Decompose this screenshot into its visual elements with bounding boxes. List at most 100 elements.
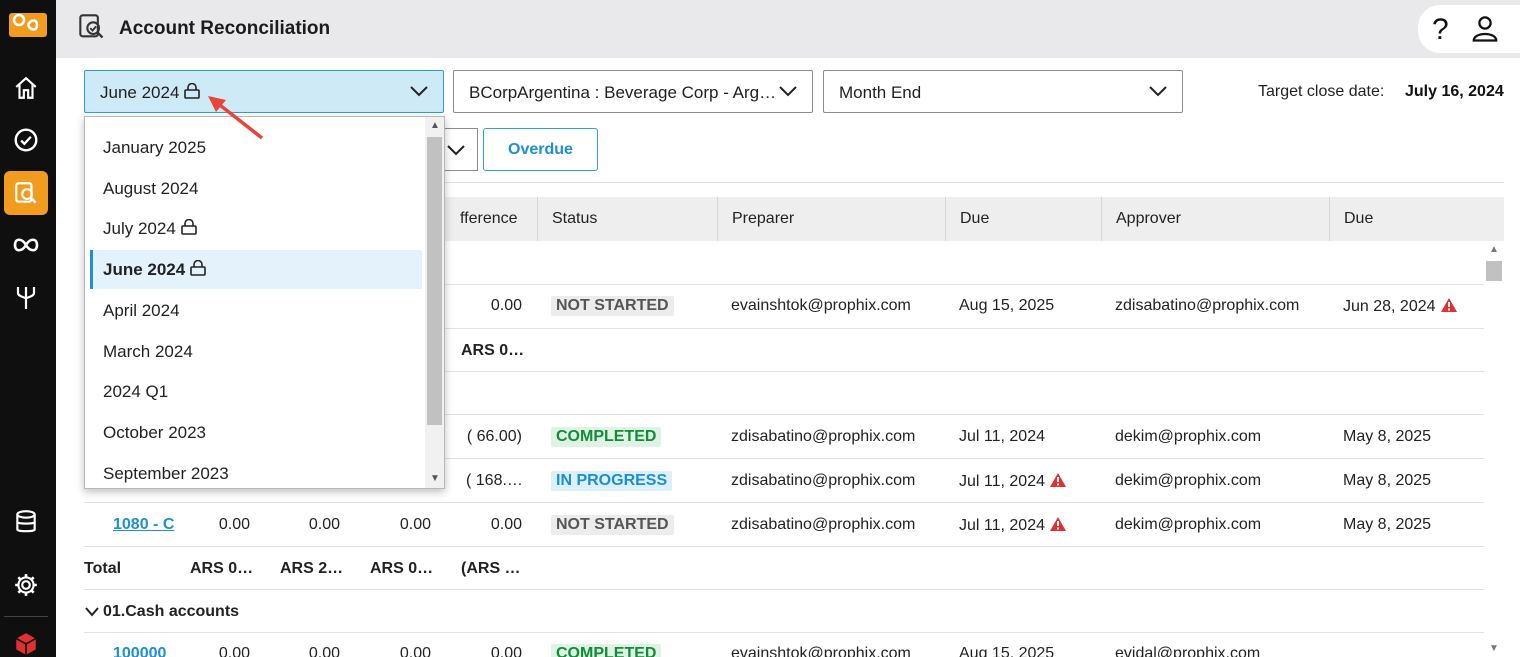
warning-icon: [1050, 473, 1066, 487]
subtotal-cell: ARS 0…: [461, 342, 525, 359]
close-type-select[interactable]: Month End: [823, 70, 1183, 113]
difference-cell: ( 66.00): [466, 428, 522, 445]
period-option[interactable]: October 2023: [90, 413, 422, 452]
gear-icon: [15, 574, 37, 596]
target-close-date: July 16, 2024: [1405, 83, 1504, 100]
column-header-difference[interactable]: fference: [446, 197, 538, 241]
sidebar: [0, 0, 56, 657]
approver-due-cell: Jun 28, 2024: [1343, 297, 1458, 316]
preparer-cell[interactable]: zdisabatino@prophix.com: [731, 516, 915, 534]
total-amount: ARS 0…: [190, 560, 254, 577]
status-filter-select[interactable]: [440, 128, 478, 171]
chevron-down-icon[interactable]: [85, 606, 99, 618]
due-cell: Aug 15, 2025: [959, 645, 1055, 657]
database-icon: [16, 510, 36, 533]
period-option[interactable]: 2024 Q1: [90, 372, 422, 411]
nav-workflow[interactable]: [4, 276, 48, 320]
amount-cell: 0.00: [218, 516, 250, 533]
column-header-preparer[interactable]: Preparer: [717, 197, 945, 241]
overdue-button[interactable]: Overdue: [483, 128, 598, 171]
entity-select[interactable]: BCorpArgentina : Beverage Corp - Argenti…: [453, 70, 813, 113]
entity-select-value: BCorpArgentina : Beverage Corp - Argenti…: [469, 83, 777, 102]
row-divider: [84, 589, 1484, 590]
column-header-due[interactable]: Due: [945, 197, 1101, 241]
approver-cell[interactable]: dekim@prophix.com: [1115, 516, 1261, 534]
period-option-label: April 2024: [103, 300, 180, 320]
period-option-label: August 2024: [103, 178, 199, 198]
user-icon[interactable]: [1470, 13, 1500, 48]
difference-cell: 0.00: [490, 645, 522, 657]
approver-cell[interactable]: zdisabatino@prophix.com: [1115, 297, 1299, 315]
help-icon[interactable]: ?: [1432, 13, 1449, 47]
approver-cell[interactable]: evidal@prophix.com: [1115, 645, 1260, 657]
scroll-down-arrow[interactable]: ▼: [430, 473, 440, 484]
period-select-value: June 2024: [100, 83, 201, 103]
period-option-label: September 2023: [103, 463, 229, 483]
period-option[interactable]: September 2023: [90, 454, 422, 488]
logo-icon: [9, 13, 47, 37]
status-badge: IN PROGRESS: [551, 471, 673, 491]
total-difference: (ARS …: [461, 560, 521, 577]
total-amount: ARS 2…: [280, 560, 344, 577]
period-option-label: June 2024: [103, 260, 186, 280]
approver-cell[interactable]: dekim@prophix.com: [1115, 428, 1261, 446]
nav-data[interactable]: [4, 500, 48, 544]
period-option[interactable]: July 2024: [90, 209, 422, 248]
period-option-label: March 2024: [103, 341, 193, 361]
amount-cell: 0.00: [218, 645, 250, 657]
due-cell: Jul 11, 2024: [959, 516, 1067, 535]
due-cell: Jul 11, 2024: [959, 428, 1045, 445]
scroll-up-arrow[interactable]: ▲: [430, 120, 440, 131]
preparer-cell[interactable]: evainshtok@prophix.com: [731, 297, 911, 315]
period-option[interactable]: March 2024: [90, 332, 422, 371]
lock-icon: [190, 260, 207, 276]
column-header-status[interactable]: Status: [537, 197, 717, 241]
preparer-cell[interactable]: zdisabatino@prophix.com: [731, 472, 915, 490]
account-link[interactable]: 100000: [113, 645, 166, 657]
warning-icon: [1050, 517, 1066, 531]
status-badge: COMPLETED: [551, 427, 662, 447]
app-logo[interactable]: [0, 0, 56, 50]
nav-home[interactable]: [4, 66, 48, 110]
amount-cell: 0.00: [308, 645, 340, 657]
scroll-thumb[interactable]: [1486, 261, 1502, 281]
grid-scrollbar[interactable]: ▲ ▼: [1485, 241, 1503, 657]
nav-reconciliation[interactable]: [4, 171, 48, 215]
chevron-down-icon: [779, 86, 797, 97]
scroll-thumb[interactable]: [427, 137, 442, 425]
total-amount: ARS 0…: [370, 560, 434, 577]
check-circle-icon: [14, 128, 38, 152]
amount-cell: 0.00: [399, 516, 431, 533]
column-header-approver[interactable]: Approver: [1101, 197, 1329, 241]
scroll-down-arrow[interactable]: ▼: [1489, 643, 1499, 654]
due-cell: Aug 15, 2025: [959, 297, 1055, 314]
preparer-cell[interactable]: zdisabatino@prophix.com: [731, 428, 915, 446]
infinity-icon: [13, 238, 39, 252]
total-label: Total: [84, 560, 122, 577]
warning-icon: [1440, 298, 1457, 312]
nav-tasks[interactable]: [4, 118, 48, 162]
status-badge: COMPLETED: [551, 644, 662, 657]
lock-icon: [180, 219, 197, 236]
dropdown-scrollbar[interactable]: ▲ ▼: [425, 117, 444, 488]
amount-cell: 0.00: [399, 645, 431, 657]
page-header: Account Reconciliation ?: [56, 0, 1520, 58]
column-header-approver-due[interactable]: Due: [1329, 197, 1504, 241]
nav-settings[interactable]: [4, 563, 48, 607]
scroll-up-arrow[interactable]: ▲: [1489, 244, 1499, 255]
header-actions: ?: [1418, 5, 1520, 53]
preparer-cell[interactable]: evainshtok@prophix.com: [731, 645, 911, 657]
user-avatar-icon: [1472, 16, 1498, 42]
chevron-down-icon: [1149, 86, 1167, 97]
nav-brand[interactable]: [4, 622, 48, 657]
period-option[interactable]: August 2024: [90, 169, 422, 208]
nav-integrations[interactable]: [4, 223, 48, 267]
status-badge: NOT STARTED: [551, 296, 674, 316]
due-cell: Jul 11, 2024: [959, 472, 1067, 491]
period-dropdown-list: September 2023 October 2023 2024 Q1 March 2…: [84, 116, 445, 489]
period-option[interactable]: April 2024: [90, 291, 422, 330]
account-link[interactable]: 1080 - C: [113, 516, 174, 534]
approver-cell[interactable]: dekim@prophix.com: [1115, 472, 1261, 490]
period-option[interactable]: June 2024: [90, 250, 422, 290]
home-icon: [15, 76, 37, 99]
